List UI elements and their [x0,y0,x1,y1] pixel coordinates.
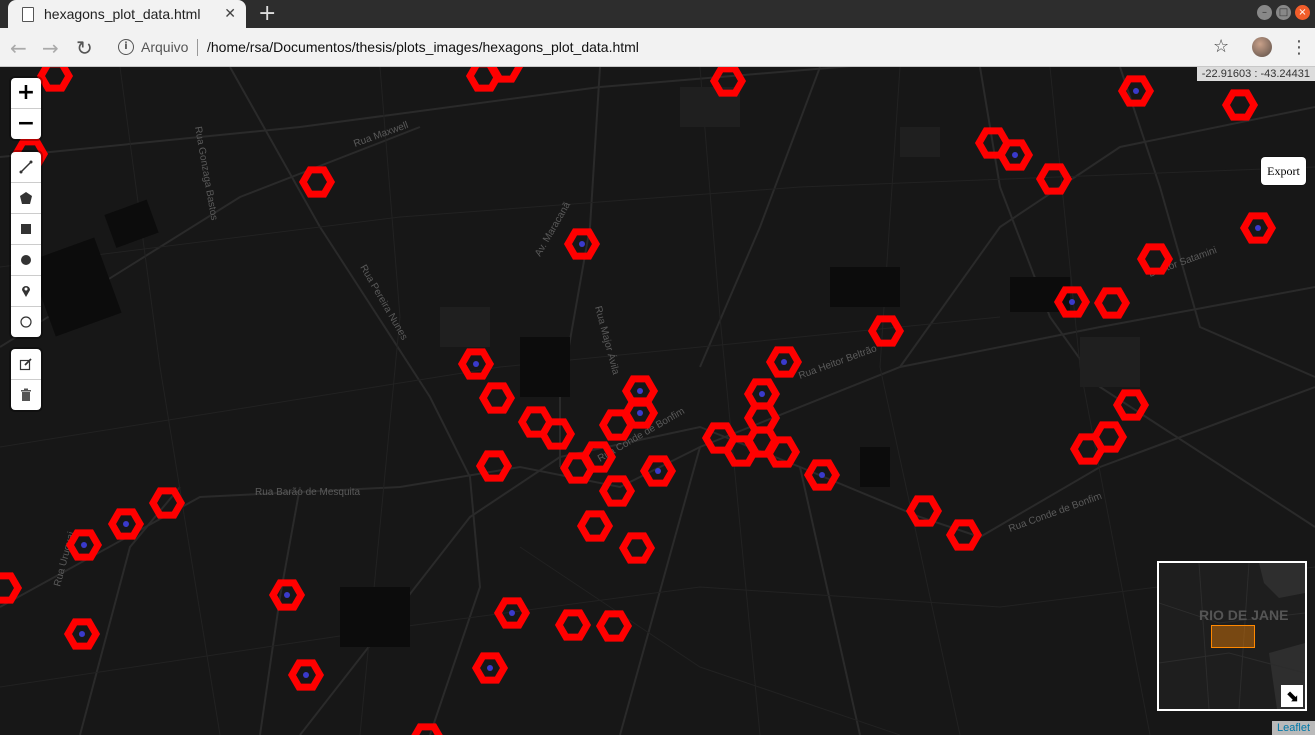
browser-toolbar: ← → ↻ i Arquivo /home/rsa/Documentos/the… [0,28,1315,67]
hexagon-center-dot [637,410,643,416]
hexagon-center-dot [123,521,129,527]
hexagon-marker[interactable] [618,532,656,564]
polygon-icon [20,192,32,204]
back-icon[interactable]: ← [10,36,27,60]
hexagon-center-dot [1069,299,1075,305]
hexagon-center-dot [579,241,585,247]
hexagon-marker[interactable] [1136,243,1174,275]
hexagon-marker[interactable] [411,723,443,735]
hexagon-marker[interactable] [554,609,592,641]
hexagon-marker[interactable] [595,610,633,642]
hexagon-center-dot [1133,88,1139,94]
maximize-button[interactable]: □ [1276,5,1291,20]
hexagon-marker[interactable] [148,487,186,519]
new-tab-button[interactable]: + [258,1,276,26]
circle-icon [21,255,31,265]
close-window-button[interactable]: × [1295,5,1310,20]
menu-icon[interactable]: ⋮ [1290,37,1308,58]
minimap-viewport[interactable] [1211,625,1255,648]
tab-close-icon[interactable]: ✕ [224,6,236,22]
minimap-toggle-icon[interactable]: ⬊ [1281,685,1303,707]
hexagon-marker[interactable] [1112,389,1150,421]
hexagon-center-dot [81,542,87,548]
divider [197,39,198,56]
hexagon-center-dot [284,592,290,598]
hexagon-marker[interactable] [486,67,524,83]
forward-icon[interactable]: → [42,36,59,60]
tab-title: hexagons_plot_data.html [44,6,201,22]
hexagon-marker[interactable] [867,315,905,347]
mouse-coordinates: -22.91603 : -43.24431 [1196,67,1315,81]
hexagon-center-dot [487,665,493,671]
polyline-icon [19,160,33,174]
hexagon-marker[interactable] [1069,433,1107,465]
hexagon-marker[interactable] [709,67,747,97]
rectangle-icon [21,224,31,234]
draw-polyline-button[interactable] [11,152,41,183]
hexagon-marker[interactable] [475,450,513,482]
hexagon-center-dot [473,361,479,367]
hexagon-marker[interactable] [298,166,336,198]
draw-rectangle-button[interactable] [11,214,41,245]
circlemarker-icon [20,316,32,328]
draw-marker-button[interactable] [11,276,41,307]
zoom-out-button[interactable]: − [11,109,41,139]
hexagon-layer [0,67,1277,735]
hexagon-center-dot [79,631,85,637]
hexagon-center-dot [1255,225,1261,231]
minimize-button[interactable]: – [1257,5,1272,20]
edit-icon [19,358,32,371]
hexagon-marker[interactable] [905,495,943,527]
hexagon-marker[interactable] [478,382,516,414]
hexagon-marker[interactable] [1221,89,1259,121]
hexagon-marker[interactable] [36,67,74,92]
hexagon-center-dot [759,391,765,397]
hexagon-center-dot [781,359,787,365]
hexagon-marker[interactable] [1093,287,1131,319]
hexagon-marker[interactable] [0,572,23,604]
map-container[interactable]: Rua Maxwell Rua Barão de Mesquita Rua Pe… [0,67,1315,735]
delete-layers-button[interactable] [11,380,41,410]
hexagon-center-dot [637,388,643,394]
minimap-city-label: RIO DE JANE [1199,607,1289,623]
hexagon-marker[interactable] [598,475,636,507]
minimap[interactable]: RIO DE JANE ⬊ [1157,561,1307,711]
draw-circle-button[interactable] [11,245,41,276]
hexagon-marker[interactable] [576,510,614,542]
hexagon-marker[interactable] [538,418,576,450]
title-bar: hexagons_plot_data.html ✕ + – □ × [0,0,1315,28]
site-label[interactable]: Arquivo [141,39,188,55]
hexagon-center-dot [509,610,515,616]
edit-toolbar [11,349,41,410]
zoom-in-button[interactable]: + [11,78,41,109]
hexagon-center-dot [303,672,309,678]
bookmark-star-icon[interactable]: ☆ [1213,36,1229,57]
hexagon-marker[interactable] [945,519,983,551]
hexagon-center-dot [819,472,825,478]
draw-circlemarker-button[interactable] [11,307,41,337]
hexagon-center-dot [655,468,661,474]
info-icon[interactable]: i [118,39,134,55]
zoom-control: + − [11,78,41,139]
hexagon-center-dot [1012,152,1018,158]
draw-toolbar [11,152,41,337]
document-icon [22,6,34,22]
address-bar[interactable]: /home/rsa/Documentos/thesis/plots_images… [207,39,639,55]
reload-icon[interactable]: ↻ [76,36,93,60]
hexagon-marker[interactable] [598,409,636,441]
browser-tab[interactable]: hexagons_plot_data.html ✕ [8,0,246,28]
attribution-link[interactable]: Leaflet [1271,721,1315,735]
hexagon-marker[interactable] [1035,163,1073,195]
draw-polygon-button[interactable] [11,183,41,214]
export-button[interactable]: Export [1261,157,1306,185]
avatar[interactable] [1252,37,1272,57]
edit-layers-button[interactable] [11,349,41,380]
trash-icon [21,388,31,401]
marker-icon [22,286,30,297]
